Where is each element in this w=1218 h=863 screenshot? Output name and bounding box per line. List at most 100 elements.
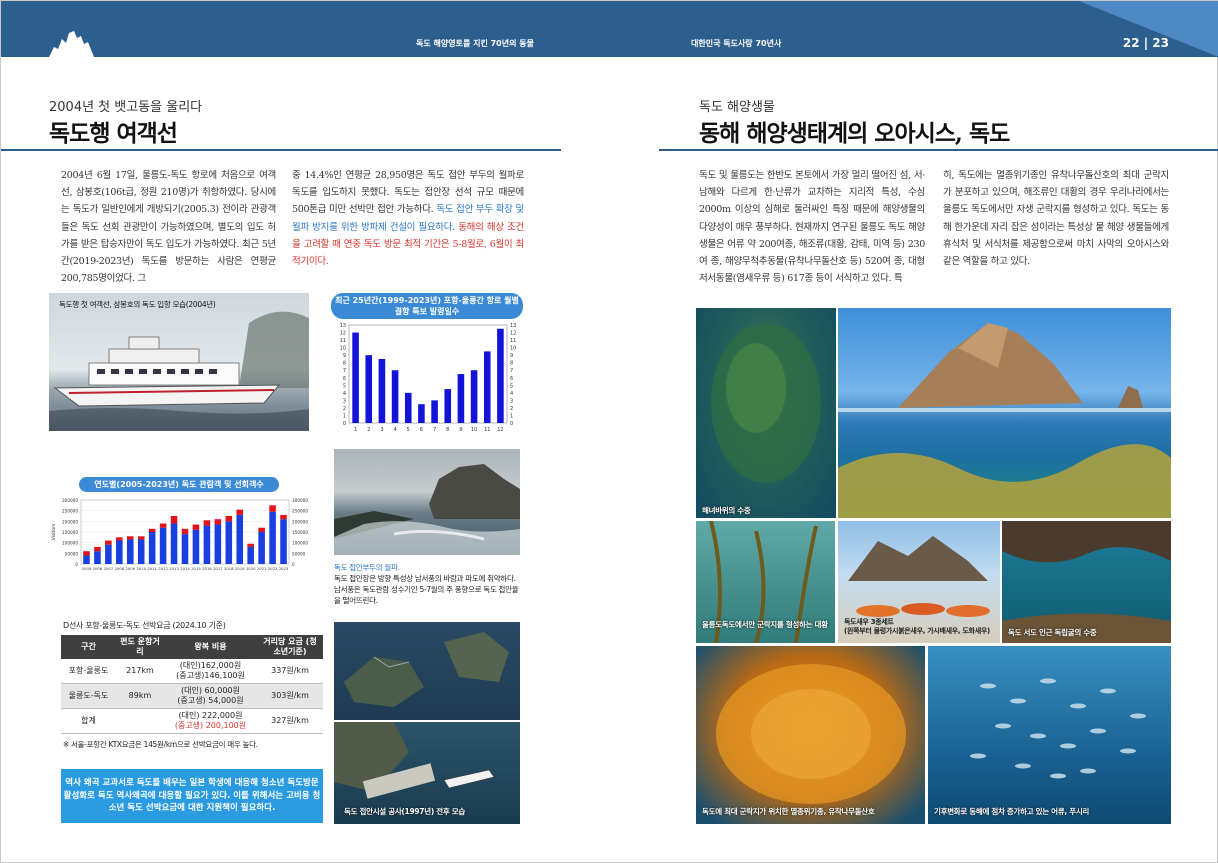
y-tick-label-right: 12 (510, 331, 516, 337)
bar-series-2 (280, 514, 287, 520)
x-tick-label: 2022 (268, 566, 278, 571)
right-col1: 독도 및 울릉도는 한반도 본토에서 가장 멀리 떨어진 섬, 서·남해와 다르… (699, 170, 925, 285)
caption-fish: 기후변화로 동해에 점차 증가하고 있는 어류, 푸시리 (934, 807, 1090, 816)
fare-dist (115, 708, 164, 734)
x-tick-label: 6 (420, 427, 423, 433)
bar-series-2 (236, 509, 244, 515)
y-tick-label: 1 (343, 413, 346, 419)
fare-table: 구간 편도 운항거리 왕복 비용 거리당 요금 (청소년기준) 포항-울릉도 2… (61, 635, 323, 734)
x-tick-label: 2016 (202, 566, 212, 571)
plot-area (348, 324, 508, 424)
kelp-photo: 울릉도독도에서만 군락지를 형성하는 대황 (696, 521, 835, 643)
y-tick-label: 12 (340, 331, 346, 337)
magazine-spread: 독도 해양영토를 지킨 70년의 동물 대한민국 독도사랑 70년사 22 | … (0, 0, 1218, 863)
fare-route: 울릉도-독도 (61, 683, 116, 709)
bar (483, 351, 491, 423)
y-tick-label: 9 (343, 353, 346, 359)
bar-series-2 (126, 536, 134, 540)
left-subtitle: 2004년 첫 뱃고동을 울리다 (49, 100, 203, 115)
bar (352, 332, 359, 423)
bar (418, 404, 425, 423)
x-tick-label: 2008 (114, 566, 124, 571)
y-tick-label: 13 (340, 323, 346, 329)
chart1-title: 최근 25년간(1999-2023년) 포항-울릉간 항로 월별 결항 특보 발… (331, 293, 523, 319)
fare-row: 포항-울릉도 217km (대인)162,000원 (중고생)146,100원 3… (61, 659, 323, 684)
shrimp-photo: 독도새우 3종세트 (왼쪽부터 물렁가시붉은새우, 가시배새우, 도화새우) (838, 521, 1000, 643)
fare-cost: (대인)162,000원 (중고생)146,100원 (163, 659, 257, 684)
x-tick-label: 2019 (235, 566, 245, 571)
bar-series-1 (148, 532, 156, 564)
bar-series-2 (181, 528, 189, 535)
x-tick-label: 2010 (136, 566, 146, 571)
x-tick-label: 7 (433, 427, 436, 433)
fare-header: 편도 운항거리 (115, 635, 164, 659)
fare-cost: (대인) 60,000원 (중고생) 54,000원 (163, 683, 257, 709)
y-tick-label-right: 100000 (292, 541, 308, 546)
bar-series-2 (105, 540, 112, 545)
right-rule (659, 149, 1218, 151)
x-tick-label: 4 (393, 427, 396, 433)
y-tick-label-right: 8 (510, 361, 513, 367)
running-head-left: 독도 해양영토를 지킨 70년의 동물 (416, 39, 534, 48)
x-tick-label: 3 (380, 427, 383, 433)
bar-series-2 (148, 528, 156, 532)
page-numbers: 22 | 23 (1122, 36, 1169, 50)
y-tick-label: 200000 (62, 519, 78, 524)
x-tick-label: 11 (484, 427, 490, 433)
y-tick-label: 0 (343, 421, 346, 427)
caption-cave: 독도 서도 인근 독립굴의 수중 (1008, 628, 1097, 637)
aerial-before-photo (334, 622, 520, 720)
bar (404, 392, 412, 423)
bar-series-1 (83, 555, 90, 564)
y-tick-label-right: 200000 (292, 519, 308, 524)
bar (470, 370, 478, 423)
x-tick-label: 2017 (213, 566, 223, 571)
left-col2: 중 14.4%인 연평균 28,950명은 독도 접안 부두의 월파로 독도를 … (292, 167, 524, 270)
bar (378, 358, 386, 423)
x-tick-label: 10 (471, 427, 477, 433)
y-tick-label-right: 1 (510, 413, 513, 419)
x-tick-label: 8 (446, 427, 449, 433)
bar-series-2 (116, 537, 123, 541)
x-tick-label: 5 (407, 427, 410, 433)
x-tick-label: 2 (367, 427, 370, 433)
x-tick-label: 2023 (279, 566, 289, 571)
coral-photo: 독도에 최대 군락지가 위치한 멸종위기종, 유착나무돌산호 (696, 646, 925, 824)
y-tick-label-right: 50000 (292, 551, 306, 556)
fish-school-photo: 기후변화로 동해에 점차 증가하고 있는 어류, 푸시리 (928, 646, 1171, 824)
fare-dist: 217km (115, 659, 164, 684)
y-tick-label: 100000 (62, 541, 78, 546)
x-tick-label: 2012 (158, 566, 168, 571)
y-tick-label: 5 (343, 383, 346, 389)
y-tick-label-right: 13 (510, 323, 516, 329)
bar-series-1 (116, 540, 123, 564)
bar-series-2 (83, 551, 90, 556)
y-tick-label-right: 9 (510, 353, 513, 359)
bar-series-1 (94, 551, 101, 564)
bar-series-2 (203, 520, 211, 526)
bar-series-2 (225, 516, 233, 522)
yearly-visitors-chart: 0 0 50000 50000 100000 100000 150000 150000 2000… (51, 498, 308, 571)
ferry-photo: 독도행 첫 여객선, 삼봉호의 독도 입항 모습(2004년) (49, 293, 309, 431)
bar-series-1 (170, 523, 178, 564)
header-bar: 독도 해양영토를 지킨 70년의 동물 대한민국 독도사랑 70년사 22 | … (1, 1, 1218, 57)
y-tick-label-right: 2 (510, 406, 513, 412)
fare-dist: 89km (115, 683, 164, 709)
bar-series-1 (269, 511, 276, 564)
y-tick-label: 150000 (62, 530, 78, 535)
chart2-title: 연도별(2005-2023년) 독도 관람객 및 선회객수 (79, 477, 279, 492)
x-tick-label: 2009 (125, 566, 135, 571)
wave-photo (334, 449, 520, 555)
bar-series-1 (126, 539, 134, 564)
y-tick-label: 0 (75, 562, 78, 567)
y-tick-label: 8 (343, 361, 346, 367)
y-tick-label-right: 300000 (292, 498, 308, 503)
bar-series-2 (192, 524, 200, 530)
x-tick-label: 9 (459, 427, 462, 433)
bar-series-1 (280, 519, 287, 564)
right-subtitle: 독도 해양생물 (699, 100, 775, 115)
fare-table-title: D선사 포항-울릉도-독도 선박요금 (2024.10 기준) (63, 621, 226, 630)
underwater-rock-photo: 해녀바위의 수중 (696, 308, 836, 518)
bar-series-2 (159, 523, 167, 528)
caption-shrimp: 독도새우 3종세트 (왼쪽부터 물렁가시붉은새우, 가시배새우, 도화새우) (844, 618, 990, 635)
